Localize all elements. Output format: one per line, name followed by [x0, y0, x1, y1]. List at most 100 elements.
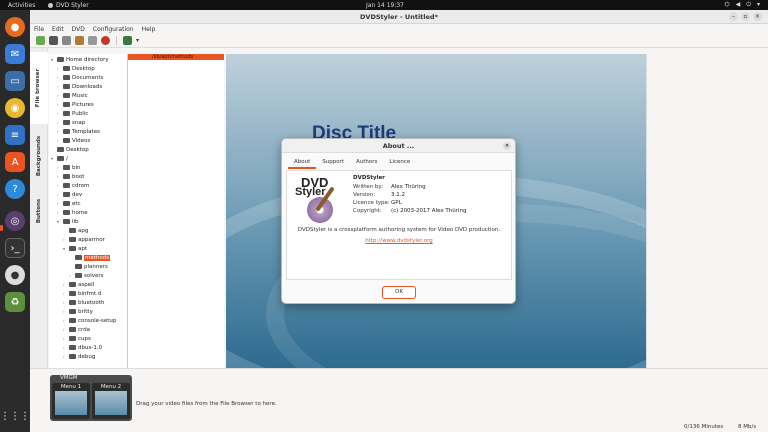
- menu-help[interactable]: Help: [142, 26, 156, 33]
- menu-dvd[interactable]: DVD: [72, 26, 85, 33]
- file-list[interactable]: /lib/apt/methods: [128, 54, 224, 368]
- tree-item[interactable]: Desktop: [51, 145, 89, 154]
- edit-icon[interactable]: [75, 36, 84, 45]
- tree-item[interactable]: › bluetooth: [63, 298, 104, 307]
- close-icon[interactable]: ×: [503, 142, 511, 150]
- clock[interactable]: Jan 14 19:37: [366, 2, 404, 9]
- tree-item[interactable]: › dbus-1.0: [63, 343, 102, 352]
- close-icon[interactable]: ×: [753, 12, 762, 21]
- tree-item[interactable]: planners: [69, 262, 108, 271]
- folder-icon: [75, 264, 82, 269]
- folder-icon: [75, 255, 82, 260]
- open-icon[interactable]: [49, 36, 58, 45]
- tree-item[interactable]: › aspell: [63, 280, 94, 289]
- dvdstyler-dock-icon[interactable]: ◎: [5, 211, 25, 231]
- tree-item[interactable]: › cdrom: [57, 181, 89, 190]
- terminal-icon[interactable]: ›_: [5, 238, 25, 258]
- folder-icon: [69, 300, 76, 305]
- folder-icon: [69, 291, 76, 296]
- activities-button[interactable]: Activities: [8, 2, 35, 9]
- tree-item[interactable]: › Public: [57, 109, 88, 118]
- new-icon[interactable]: [36, 36, 45, 45]
- tree-item[interactable]: › crda: [63, 325, 90, 334]
- version-value: 3.1.2: [391, 192, 405, 198]
- tab-backgrounds[interactable]: Backgrounds: [30, 126, 48, 186]
- folder-icon: [69, 327, 76, 332]
- disc-icon[interactable]: ●: [5, 265, 25, 285]
- menu-thumbnail[interactable]: Menu 2: [92, 383, 130, 419]
- ok-button[interactable]: OK: [382, 286, 416, 299]
- rhythmbox-icon[interactable]: ◉: [5, 98, 25, 118]
- add-file-icon[interactable]: [123, 36, 132, 45]
- title-bar: DVDStyler - Untitled* – ▫ ×: [30, 10, 768, 24]
- tree-item[interactable]: ▾ lib: [57, 217, 79, 226]
- app-center-icon[interactable]: A: [5, 152, 25, 172]
- tree-item[interactable]: apg: [63, 226, 88, 235]
- tree-item[interactable]: › solvers: [69, 271, 104, 280]
- menu-configuration[interactable]: Configuration: [93, 26, 134, 33]
- tree-item-selected[interactable]: methods: [69, 253, 111, 262]
- folder-icon: [63, 174, 70, 179]
- tree-item[interactable]: › Videos: [57, 136, 90, 145]
- folder-icon: [63, 93, 70, 98]
- toolbar: ▾: [30, 34, 768, 48]
- burn-icon[interactable]: [101, 36, 110, 45]
- tree-item[interactable]: › home: [57, 208, 88, 217]
- tree-item[interactable]: › cups: [63, 334, 91, 343]
- tree-item[interactable]: › console-setup: [63, 316, 116, 325]
- tab-authors[interactable]: Authors: [350, 157, 383, 169]
- menu-thumbnail-image: [95, 391, 127, 415]
- tab-licence[interactable]: Licence: [383, 157, 416, 169]
- tree-item[interactable]: › etc: [57, 199, 81, 208]
- tab-support[interactable]: Support: [316, 157, 350, 169]
- firefox-icon[interactable]: ●: [5, 17, 25, 37]
- chevron-down-icon[interactable]: ▾: [136, 37, 139, 44]
- tree-item[interactable]: › Downloads: [57, 82, 102, 91]
- folder-icon: [63, 183, 70, 188]
- tab-file-browser[interactable]: File browser: [30, 52, 48, 124]
- tree-item[interactable]: › Templates: [57, 127, 100, 136]
- file-tree[interactable]: ▾ Home directory › Desktop › Documents › Dow…: [49, 54, 128, 368]
- desktop-folder-icon: [57, 147, 64, 152]
- website-link[interactable]: http://www.dvdstyler.org: [287, 238, 511, 244]
- tree-item[interactable]: ▾ /: [51, 154, 68, 163]
- tree-item[interactable]: ▾ apt: [63, 244, 87, 253]
- minimize-icon[interactable]: –: [729, 12, 738, 21]
- menu-thumbnail[interactable]: Menu 1: [52, 383, 90, 419]
- help-icon[interactable]: ?: [5, 179, 25, 199]
- writer-icon[interactable]: ≡: [5, 125, 25, 145]
- tree-item[interactable]: › boot: [57, 172, 84, 181]
- dvdstyler-app-icon: [48, 3, 53, 8]
- dvdstyler-logo: DVD Styler: [293, 175, 349, 223]
- system-tray[interactable]: ⌬ ◀ ⏻ ▾: [724, 1, 760, 9]
- titleset-manager[interactable]: VMGM Menu 1 Menu 2 Drag your video files…: [30, 368, 768, 422]
- thunderbird-icon[interactable]: ✉: [5, 44, 25, 64]
- tab-about[interactable]: About: [288, 157, 317, 169]
- tree-item[interactable]: › dev: [57, 190, 82, 199]
- tree-item[interactable]: › snap: [57, 118, 85, 127]
- menu-edit[interactable]: Edit: [52, 26, 64, 33]
- tree-item[interactable]: ▾ Home directory: [51, 55, 109, 64]
- tab-buttons[interactable]: Buttons: [30, 186, 48, 236]
- folder-icon: [63, 138, 70, 143]
- save-icon[interactable]: [62, 36, 71, 45]
- tree-item[interactable]: › apparmor: [63, 235, 105, 244]
- files-icon[interactable]: ▭: [5, 71, 25, 91]
- tree-item[interactable]: › binfmt.d: [63, 289, 101, 298]
- tree-item[interactable]: › bin: [57, 163, 81, 172]
- maximize-icon[interactable]: ▫: [741, 12, 750, 21]
- tree-item[interactable]: › Music: [57, 91, 88, 100]
- active-indicator: [0, 225, 3, 231]
- trash-icon[interactable]: ♻: [5, 292, 25, 312]
- settings-icon[interactable]: [88, 36, 97, 45]
- menu-file[interactable]: File: [34, 26, 44, 33]
- app-menu[interactable]: DVD Styler: [48, 2, 89, 9]
- tree-item[interactable]: › Pictures: [57, 100, 94, 109]
- tree-item[interactable]: › debug: [63, 352, 95, 361]
- show-apps-icon[interactable]: ⋮⋮⋮: [0, 406, 30, 426]
- bitrate-status: 8 Mb/s: [738, 424, 757, 430]
- app-name-label: DVDStyler: [353, 175, 385, 181]
- tree-item[interactable]: › Documents: [57, 73, 103, 82]
- tree-item[interactable]: › Desktop: [57, 64, 95, 73]
- tree-item[interactable]: › brltty: [63, 307, 93, 316]
